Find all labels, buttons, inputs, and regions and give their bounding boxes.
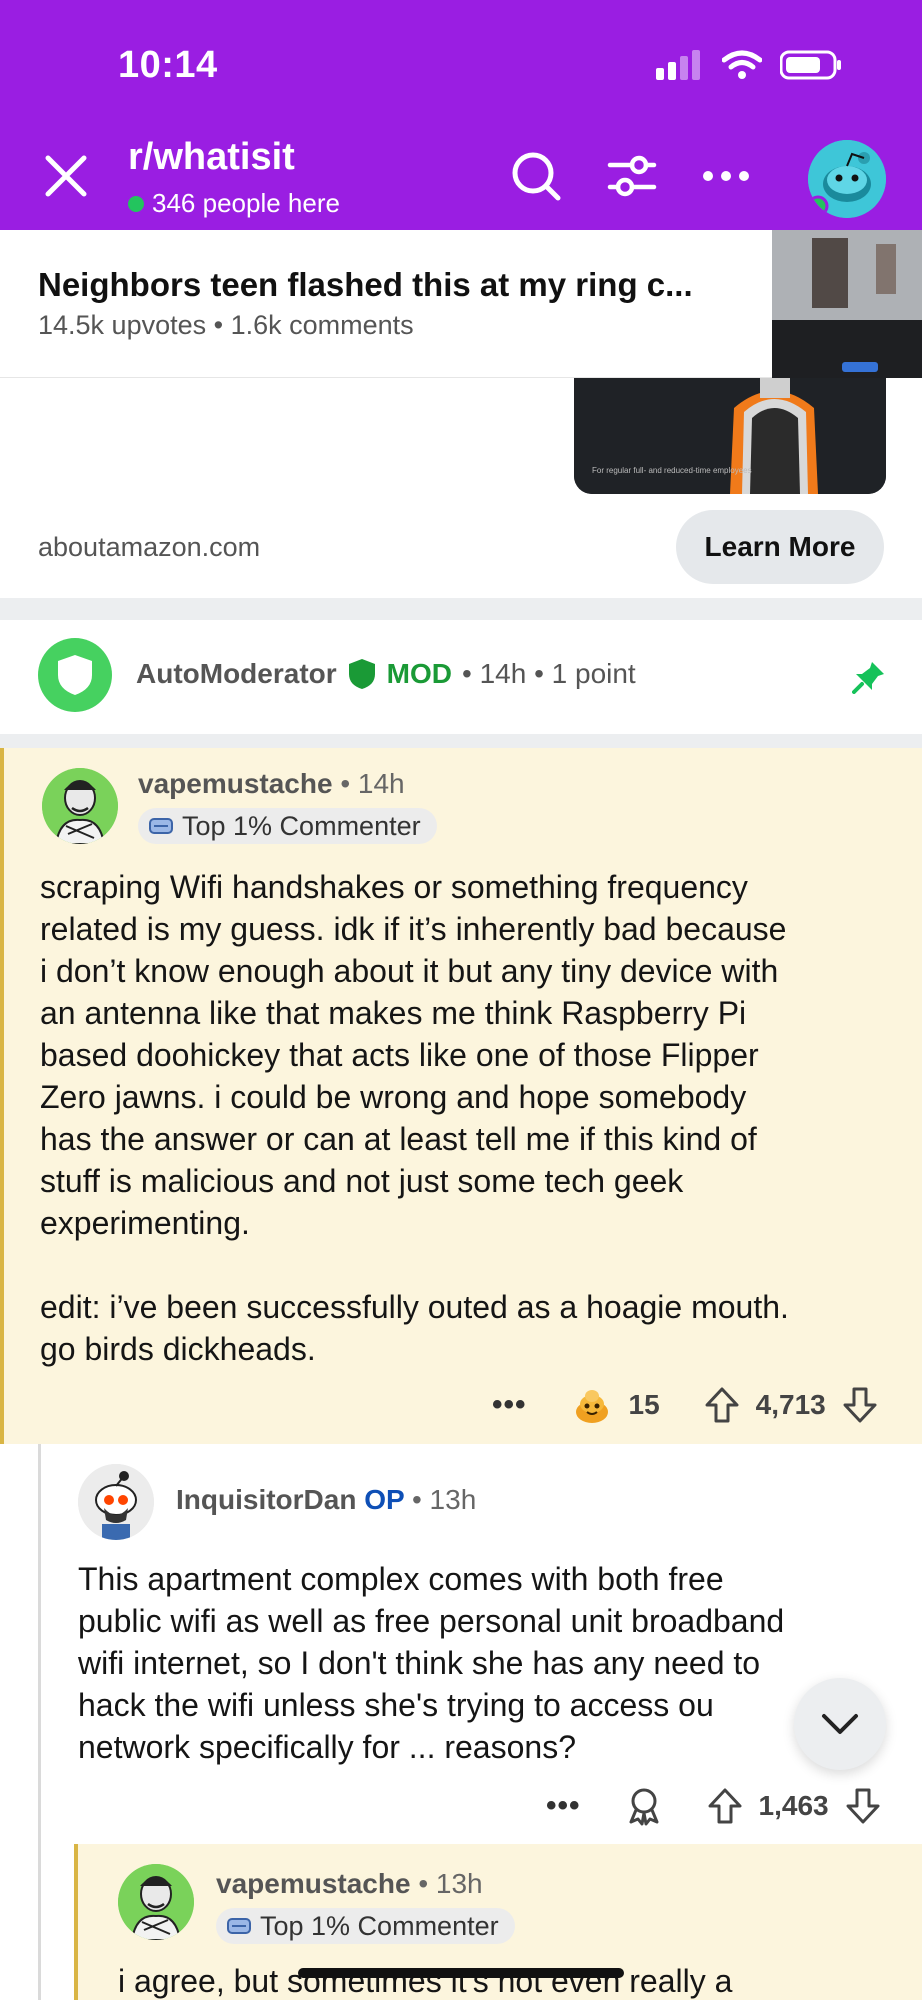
comment-time: • 13h bbox=[411, 1484, 477, 1515]
username[interactable]: vapemustache bbox=[138, 768, 333, 799]
online-text: 346 people here bbox=[152, 188, 340, 218]
mod-label: MOD bbox=[386, 658, 452, 689]
downvote-icon[interactable] bbox=[842, 1386, 878, 1424]
thread-line[interactable] bbox=[38, 1444, 41, 1844]
avatar[interactable] bbox=[42, 768, 118, 844]
divider bbox=[0, 598, 922, 620]
automod-meta: • 14h • 1 point bbox=[461, 658, 636, 689]
more-icon bbox=[703, 171, 749, 181]
username[interactable]: vapemustache bbox=[216, 1868, 411, 1899]
avatar[interactable] bbox=[78, 1464, 154, 1540]
automod-comment-collapsed[interactable]: AutoModerator MOD • 14h • 1 point bbox=[0, 620, 922, 734]
close-icon bbox=[45, 155, 87, 197]
upvote-icon[interactable] bbox=[707, 1787, 743, 1825]
automod-username[interactable]: AutoModerator bbox=[136, 658, 337, 690]
status-icons bbox=[656, 50, 842, 85]
comment-body: This apartment complex comes with both f… bbox=[78, 1561, 785, 1765]
avatar[interactable] bbox=[118, 1864, 194, 1940]
post-meta: 14.5k upvotes • 1.6k comments bbox=[38, 310, 414, 340]
online-dot bbox=[128, 195, 144, 212]
comment-author[interactable]: InquisitorDan OP • 13h bbox=[176, 1484, 476, 1516]
subreddit-name[interactable]: r/whatisit bbox=[128, 136, 295, 179]
online-count: 346 people here bbox=[128, 188, 340, 219]
comment-actions: ••• 15 4,713 bbox=[492, 1384, 878, 1426]
mod-shield-icon bbox=[348, 659, 375, 689]
score: 1,463 bbox=[758, 1790, 829, 1821]
post-title[interactable]: Neighbors teen flashed this at my ring c… bbox=[38, 266, 738, 304]
automod-meta-row: AutoModerator MOD • 14h • 1 point bbox=[136, 658, 636, 690]
search-button[interactable] bbox=[508, 148, 564, 204]
wifi-icon bbox=[721, 50, 763, 85]
comment-reply[interactable]: InquisitorDan OP • 13h This apartment co… bbox=[0, 1444, 922, 1844]
comment-body: i agree, but sometimes it's not even rea… bbox=[118, 1963, 733, 1999]
ad-domain[interactable]: aboutamazon.com bbox=[38, 532, 260, 563]
signal-icon bbox=[656, 50, 704, 85]
thread-line[interactable] bbox=[38, 1844, 41, 2000]
award-count: 15 bbox=[628, 1389, 660, 1420]
more-options-button[interactable]: ••• bbox=[492, 1388, 527, 1422]
post-thumbnail[interactable] bbox=[772, 230, 922, 378]
filter-icon bbox=[607, 155, 657, 197]
ad-caption: For regular full- and reduced-time emplo… bbox=[592, 466, 752, 475]
user-flair-badge: Top 1% Commenter bbox=[138, 808, 437, 844]
chevron-down-icon bbox=[822, 1714, 858, 1734]
award-icon[interactable] bbox=[571, 1384, 613, 1426]
more-options-button[interactable]: ••• bbox=[546, 1789, 581, 1823]
ad-image[interactable]: For regular full- and reduced-time emplo… bbox=[574, 378, 886, 494]
badge-label: Top 1% Commenter bbox=[260, 1910, 499, 1941]
search-icon bbox=[512, 152, 561, 201]
score: 4,713 bbox=[755, 1389, 826, 1420]
comment-author[interactable]: vapemustache • 14h bbox=[138, 768, 405, 800]
snoo-avatar-icon bbox=[808, 140, 886, 218]
post-header[interactable]: Neighbors teen flashed this at my ring c… bbox=[0, 230, 922, 378]
op-label: OP bbox=[364, 1484, 405, 1515]
filter-button[interactable] bbox=[604, 148, 660, 204]
shield-icon bbox=[58, 655, 92, 695]
user-avatar[interactable] bbox=[808, 140, 886, 218]
app-header: 10:14 r/whatisit 346 people here bbox=[0, 0, 922, 230]
scroll-down-button[interactable] bbox=[794, 1678, 886, 1770]
upvote-icon[interactable] bbox=[704, 1386, 740, 1424]
battery-icon bbox=[779, 50, 842, 85]
commenter-badge-icon bbox=[149, 818, 173, 834]
comment-actions: ••• 1,463 bbox=[546, 1786, 881, 1826]
comment-body: scraping Wifi handshakes or something fr… bbox=[40, 869, 789, 1367]
comment-time: • 13h bbox=[418, 1868, 483, 1899]
comment-author[interactable]: vapemustache • 13h bbox=[216, 1868, 483, 1900]
divider bbox=[0, 734, 922, 748]
commenter-badge-icon bbox=[227, 1918, 251, 1934]
sponsored-ad[interactable]: For regular full- and reduced-time emplo… bbox=[0, 378, 922, 598]
automod-avatar[interactable] bbox=[38, 638, 112, 712]
badge-label: Top 1% Commenter bbox=[182, 810, 421, 841]
user-flair-badge: Top 1% Commenter bbox=[216, 1908, 515, 1944]
comment-time: • 14h bbox=[340, 768, 405, 799]
downvote-icon[interactable] bbox=[845, 1787, 881, 1825]
more-button[interactable] bbox=[698, 148, 754, 204]
status-time: 10:14 bbox=[118, 44, 218, 86]
learn-more-button[interactable]: Learn More bbox=[676, 510, 884, 584]
pin-icon bbox=[852, 660, 886, 699]
home-indicator[interactable] bbox=[298, 1968, 624, 1978]
award-icon[interactable] bbox=[625, 1786, 663, 1826]
close-button[interactable] bbox=[40, 150, 92, 202]
comment[interactable]: vapemustache • 14h Top 1% Commenter scra… bbox=[0, 748, 922, 1444]
username[interactable]: InquisitorDan bbox=[176, 1484, 356, 1515]
